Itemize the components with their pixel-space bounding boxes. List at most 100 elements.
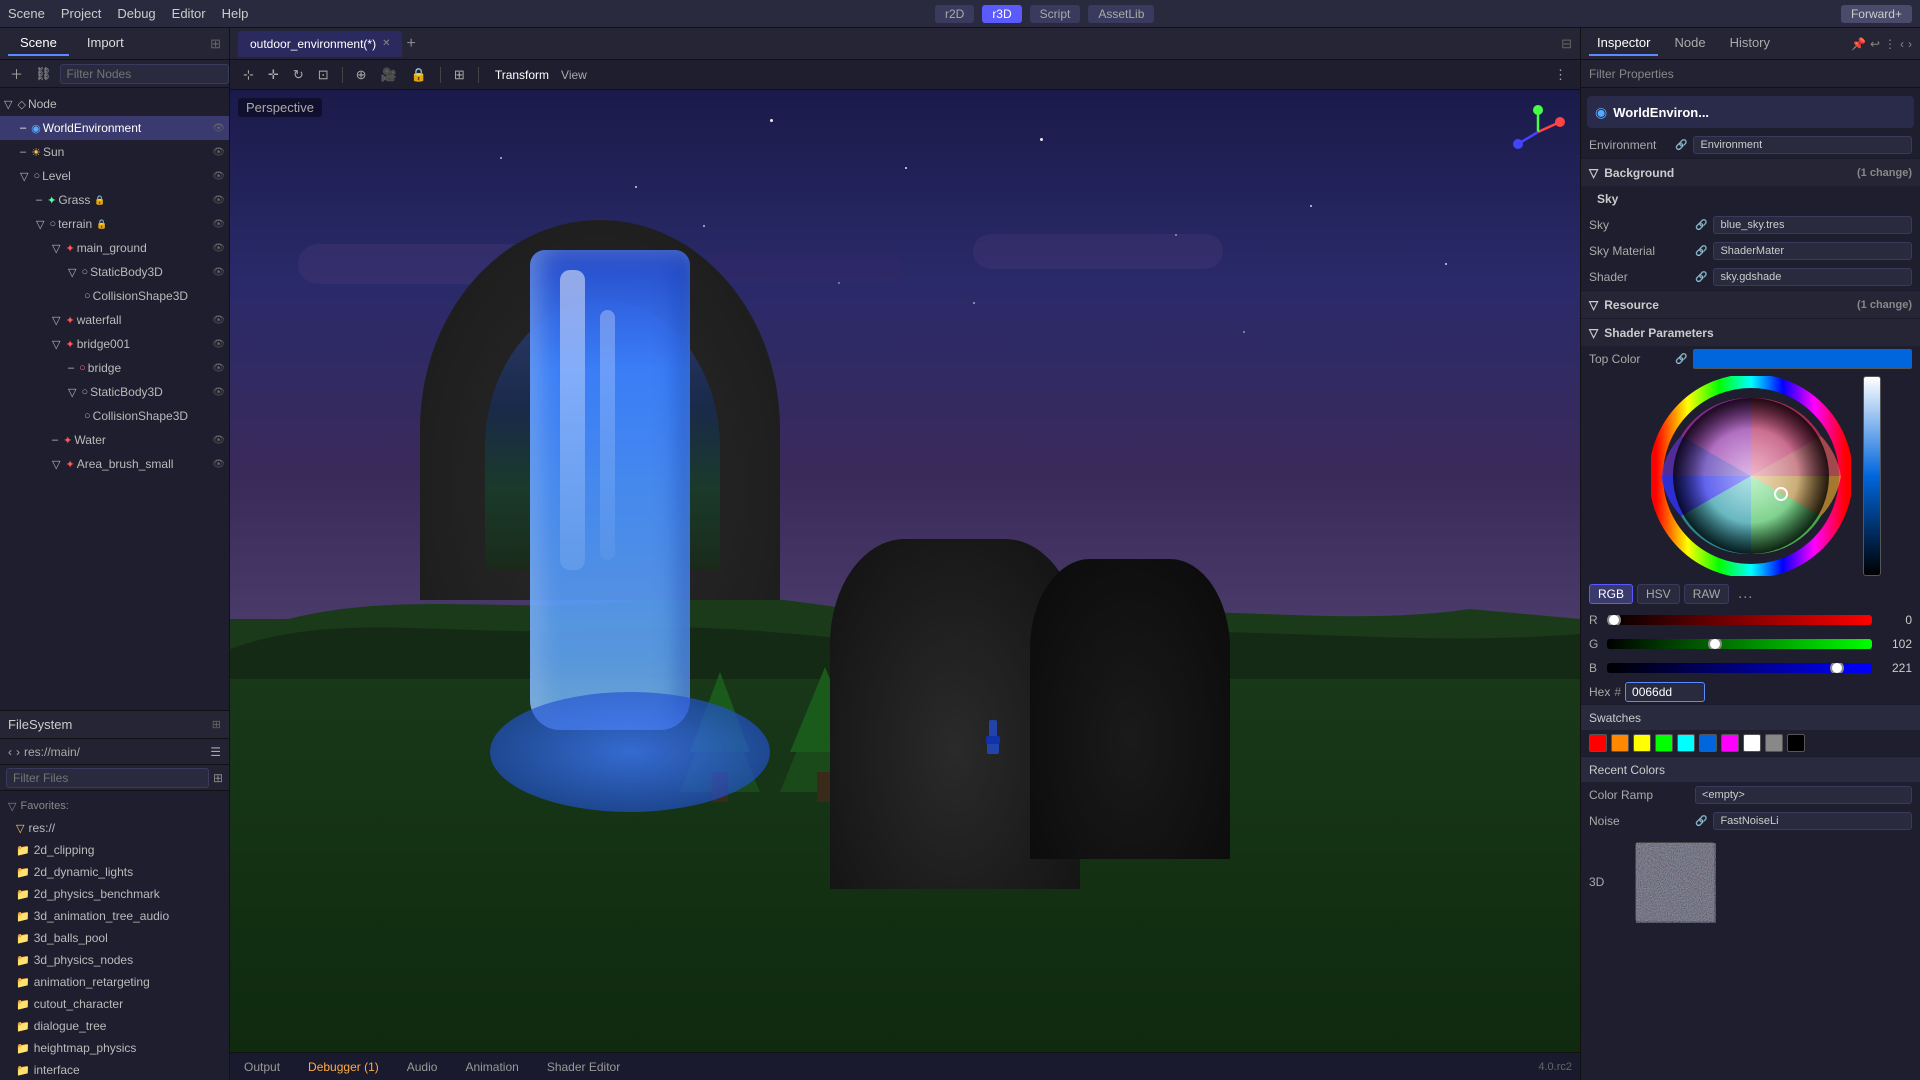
tree-node-collision1[interactable]: ○ CollisionShape3D bbox=[0, 284, 229, 308]
tab-animation[interactable]: Animation bbox=[459, 1058, 524, 1076]
fs-filter-input[interactable] bbox=[6, 768, 209, 788]
tree-node-staticbody2[interactable]: ▽ ○ StaticBody3D 👁 bbox=[0, 380, 229, 404]
fs-back-btn[interactable]: ‹ bbox=[8, 745, 12, 759]
tree-node-terrain[interactable]: ▽ ○ terrain 🔒 👁 bbox=[0, 212, 229, 236]
water-eye-icon[interactable]: 👁 bbox=[212, 435, 225, 446]
menu-help[interactable]: Help bbox=[222, 6, 249, 21]
tree-node-water[interactable]: – ✦ Water 👁 bbox=[0, 428, 229, 452]
vp-view-label[interactable]: View bbox=[561, 68, 587, 82]
viewport-expand-btn[interactable]: ⊟ bbox=[1561, 36, 1572, 52]
fs-item-cutout[interactable]: 📁 cutout_character bbox=[0, 993, 229, 1015]
menu-editor[interactable]: Editor bbox=[172, 6, 206, 21]
forward-btn[interactable]: Forward+ bbox=[1841, 5, 1912, 23]
panel-expand-btn[interactable]: ⊞ bbox=[210, 36, 221, 52]
mainground-eye-icon[interactable]: 👁 bbox=[212, 243, 225, 254]
fs-item-3d-physics[interactable]: 📁 3d_physics_nodes bbox=[0, 949, 229, 971]
vp-lock-btn[interactable]: 🔒 bbox=[406, 65, 432, 85]
color-tab-rgb[interactable]: RGB bbox=[1589, 584, 1633, 604]
viewport-canvas[interactable]: Perspective bbox=[230, 90, 1580, 1052]
fs-expand-btn[interactable]: ⊞ bbox=[212, 718, 221, 731]
fs-item-2d-physics[interactable]: 📁 2d_physics_benchmark bbox=[0, 883, 229, 905]
tree-node-level[interactable]: ▽ ○ Level 👁 bbox=[0, 164, 229, 188]
areabrush-eye-icon[interactable]: 👁 bbox=[212, 459, 225, 470]
swatch-white[interactable] bbox=[1743, 734, 1761, 752]
fs-item-3d-anim[interactable]: 📁 3d_animation_tree_audio bbox=[0, 905, 229, 927]
swatch-blue[interactable] bbox=[1699, 734, 1717, 752]
color-ramp-value[interactable]: <empty> bbox=[1695, 786, 1912, 804]
mode-3d-btn[interactable]: r3D bbox=[982, 5, 1021, 23]
vp-move-btn[interactable]: ✛ bbox=[263, 65, 284, 85]
shader-value[interactable]: sky.gdshade bbox=[1713, 268, 1912, 286]
color-brightness-slider[interactable] bbox=[1863, 376, 1881, 576]
bridge001-eye-icon[interactable]: 👁 bbox=[212, 339, 225, 350]
tree-node-areabrush[interactable]: ▽ ✦ Area_brush_small 👁 bbox=[0, 452, 229, 476]
swatch-orange[interactable] bbox=[1611, 734, 1629, 752]
vp-scale-btn[interactable]: ⊡ bbox=[313, 65, 334, 85]
g-slider[interactable] bbox=[1607, 639, 1872, 649]
color-tab-raw[interactable]: RAW bbox=[1684, 584, 1730, 604]
fs-item-2d-clipping[interactable]: 📁 2d_clipping bbox=[0, 839, 229, 861]
level-eye-icon[interactable]: 👁 bbox=[212, 171, 225, 182]
fs-item-2d-lights[interactable]: 📁 2d_dynamic_lights bbox=[0, 861, 229, 883]
color-tab-more-btn[interactable]: … bbox=[1733, 584, 1757, 604]
vp-transform-label[interactable]: Transform bbox=[495, 68, 549, 82]
tree-node-bridge001[interactable]: ▽ ✦ bridge001 👁 bbox=[0, 332, 229, 356]
tab-outdoor[interactable]: outdoor_environment(*) ✕ bbox=[238, 31, 402, 57]
tree-node-staticbody1[interactable]: ▽ ○ StaticBody3D 👁 bbox=[0, 260, 229, 284]
viewport-gizmo[interactable] bbox=[1508, 102, 1568, 162]
tree-node-sun[interactable]: – ☀ Sun 👁 bbox=[0, 140, 229, 164]
fs-item-res[interactable]: ▽ res:// bbox=[0, 817, 229, 839]
tab-history[interactable]: History bbox=[1722, 31, 1778, 56]
sky-material-value[interactable]: ShaderMater bbox=[1713, 242, 1912, 260]
grass-eye-icon[interactable]: 👁 bbox=[212, 195, 225, 206]
swatch-red[interactable] bbox=[1589, 734, 1607, 752]
mode-script-btn[interactable]: Script bbox=[1030, 5, 1081, 23]
vp-snap-btn[interactable]: ⊕ bbox=[351, 65, 372, 85]
section-resource[interactable]: ▽ Resource (1 change) bbox=[1581, 290, 1920, 318]
tree-node-grass[interactable]: – ✦ Grass 🔒 👁 bbox=[0, 188, 229, 212]
b-slider[interactable] bbox=[1607, 663, 1872, 673]
vp-camera-btn[interactable]: 🎥 bbox=[376, 65, 402, 85]
env-env-value[interactable]: Environment bbox=[1693, 136, 1912, 154]
fs-item-anim-retarget[interactable]: 📁 animation_retargeting bbox=[0, 971, 229, 993]
menu-scene[interactable]: Scene bbox=[8, 6, 45, 21]
tab-shader-editor[interactable]: Shader Editor bbox=[541, 1058, 626, 1076]
r-slider[interactable] bbox=[1607, 615, 1872, 625]
tab-add-btn[interactable]: + bbox=[406, 35, 415, 53]
tab-scene[interactable]: Scene bbox=[8, 31, 69, 56]
insp-nav-back[interactable]: ‹ bbox=[1900, 37, 1904, 51]
staticbody1-eye-icon[interactable]: 👁 bbox=[212, 267, 225, 278]
fs-filter-options-btn[interactable]: ⊞ bbox=[213, 771, 223, 785]
chain-btn[interactable]: ⛓ bbox=[31, 64, 56, 84]
vp-settings-btn[interactable]: ⋮ bbox=[1549, 65, 1572, 85]
menu-debug[interactable]: Debug bbox=[117, 6, 155, 21]
color-tab-hsv[interactable]: HSV bbox=[1637, 584, 1680, 604]
sky-prop-value[interactable]: blue_sky.tres bbox=[1713, 216, 1912, 234]
mode-2d-btn[interactable]: r2D bbox=[935, 5, 974, 23]
fs-forward-btn[interactable]: › bbox=[16, 745, 20, 759]
tab-import[interactable]: Import bbox=[75, 31, 136, 56]
swatch-yellow[interactable] bbox=[1633, 734, 1651, 752]
insp-more-btn[interactable]: ⋮ bbox=[1884, 37, 1896, 51]
waterfall-eye-icon[interactable]: 👁 bbox=[212, 315, 225, 326]
vp-grid-btn[interactable]: ⊞ bbox=[449, 65, 470, 85]
tree-node-waterfall[interactable]: ▽ ✦ waterfall 👁 bbox=[0, 308, 229, 332]
mode-assetlib-btn[interactable]: AssetLib bbox=[1088, 5, 1154, 23]
noise-value[interactable]: FastNoiseLi bbox=[1713, 812, 1912, 830]
swatch-magenta[interactable] bbox=[1721, 734, 1739, 752]
tree-node-worldenv[interactable]: – ◉ WorldEnvironment 👁 bbox=[0, 116, 229, 140]
worldenv-eye-icon[interactable]: 👁 bbox=[212, 123, 225, 134]
swatch-green[interactable] bbox=[1655, 734, 1673, 752]
section-shader-params[interactable]: ▽ Shader Parameters bbox=[1581, 318, 1920, 346]
fs-item-dialogue[interactable]: 📁 dialogue_tree bbox=[0, 1015, 229, 1037]
bridge-eye-icon[interactable]: 👁 bbox=[212, 363, 225, 374]
color-wheel-svg[interactable] bbox=[1651, 376, 1851, 576]
hex-input[interactable] bbox=[1625, 682, 1705, 702]
section-background[interactable]: ▽ Background (1 change) bbox=[1581, 158, 1920, 186]
swatch-cyan[interactable] bbox=[1677, 734, 1695, 752]
insp-pin-btn[interactable]: 📌 bbox=[1851, 37, 1866, 51]
tab-inspector[interactable]: Inspector bbox=[1589, 31, 1658, 56]
insp-history-btn[interactable]: ↩ bbox=[1870, 37, 1880, 51]
vp-rotate-btn[interactable]: ↻ bbox=[288, 65, 309, 85]
insp-nav-fwd[interactable]: › bbox=[1908, 37, 1912, 51]
